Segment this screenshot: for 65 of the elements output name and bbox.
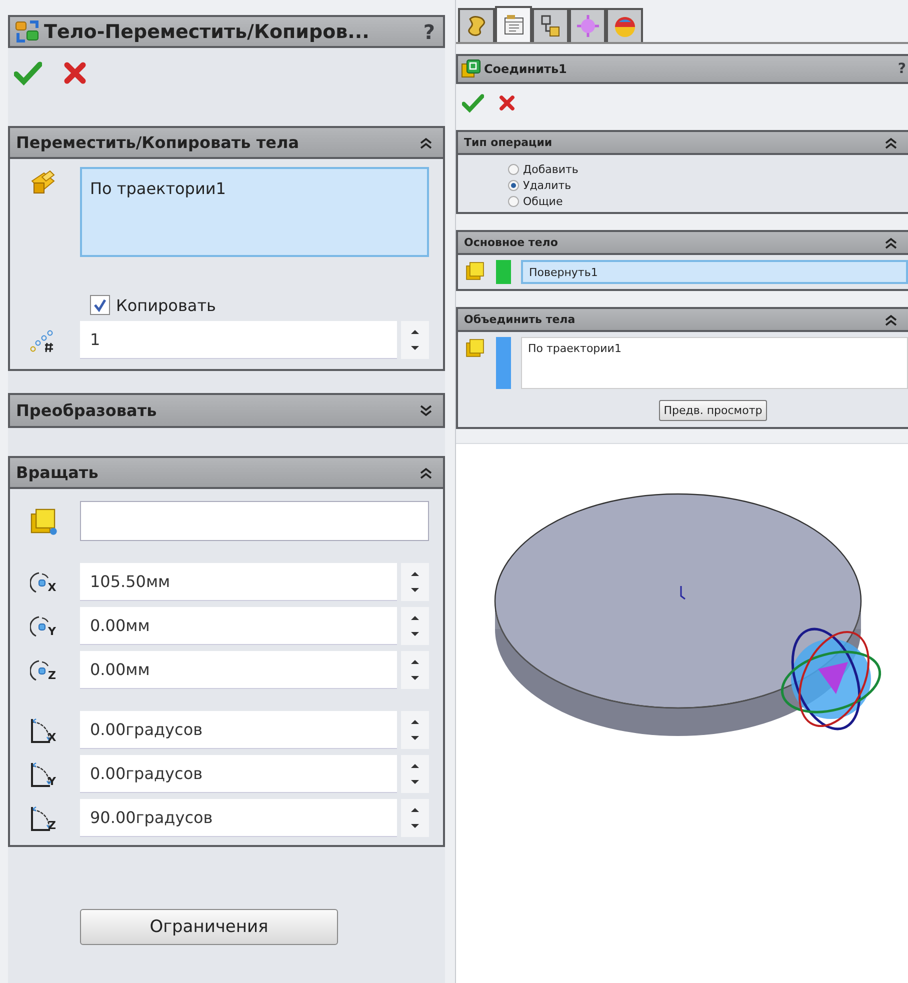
section-header[interactable]: Основное тело (458, 232, 908, 255)
checkbox-label: Копировать (116, 296, 216, 314)
axis-label: Y (48, 625, 56, 638)
section-title: Объединить тела (464, 313, 576, 326)
section-title: Преобразовать (16, 401, 157, 420)
cube-icon (464, 260, 486, 282)
section-title: Переместить/Копировать тела (16, 133, 299, 152)
panel-tab[interactable] (532, 8, 569, 42)
radio-label: Общие (523, 195, 563, 208)
checkbox[interactable] (90, 295, 110, 315)
collapse-icon[interactable] (419, 136, 433, 150)
combine-icon (461, 59, 481, 79)
panel-tab[interactable] (495, 6, 532, 42)
section-title: Тип операции (464, 136, 552, 149)
section-title: Вращать (16, 463, 98, 482)
help-button[interactable]: ? (898, 61, 906, 77)
close-icon[interactable] (498, 94, 516, 112)
section-title: Основное тело (464, 236, 558, 249)
radio-button[interactable] (508, 180, 519, 191)
section-header[interactable]: Преобразовать (10, 395, 443, 426)
input-field[interactable]: 105.50мм (80, 563, 397, 601)
input-field[interactable]: 90.00градусов (80, 799, 397, 837)
selection-list[interactable]: По траектории1 (80, 167, 429, 257)
radio-label: Удалить (523, 179, 572, 192)
cube-icon (464, 337, 486, 359)
checkmark-icon (93, 298, 107, 312)
crosshair-icon (574, 13, 600, 39)
panel-title: Тело-Переместить/Копиров... (44, 20, 370, 42)
section-header[interactable]: Объединить тела (458, 309, 908, 332)
axis-label: Y (48, 775, 56, 788)
section-header[interactable]: Переместить/Копировать тела (10, 128, 443, 159)
radio-label: Добавить (523, 163, 578, 176)
preview-button[interactable]: Предв. просмотр (658, 400, 768, 421)
collapse-icon[interactable] (419, 466, 433, 480)
section-header[interactable]: Тип операции (458, 132, 908, 155)
cube-icon (28, 506, 58, 536)
axis-label: X (48, 581, 56, 594)
expand-icon[interactable] (419, 404, 433, 418)
radio-button[interactable] (508, 164, 519, 175)
input-field[interactable]: 0.00мм (80, 607, 397, 645)
ok-icon[interactable] (14, 59, 42, 87)
panel-title: Соединить1 (484, 62, 568, 76)
ok-icon[interactable] (462, 92, 484, 114)
help-button[interactable]: ? (423, 20, 435, 44)
input-field[interactable]: 1 (80, 321, 397, 359)
panel-tab[interactable] (569, 8, 606, 42)
collapse-icon[interactable] (884, 236, 898, 250)
selection-list[interactable]: По траектории1 (521, 337, 908, 389)
section-header[interactable]: Вращать (10, 458, 443, 489)
collapse-icon[interactable] (884, 136, 898, 150)
input-field[interactable]: 0.00градусов (80, 755, 397, 793)
axis-label: X (48, 731, 56, 744)
input-field[interactable]: 0.00градусов (80, 711, 397, 749)
selection-list[interactable]: Повернуть1 (521, 260, 908, 284)
collapse-icon[interactable] (884, 312, 898, 326)
input-field[interactable] (80, 501, 429, 541)
axis-label: Z (48, 819, 56, 832)
constraints-button[interactable]: Ограничения (80, 909, 338, 945)
panel-tab[interactable] (458, 8, 495, 42)
move-copy-icon (14, 18, 40, 44)
panel-tab[interactable] (606, 8, 643, 42)
axis-label: Z (48, 669, 56, 682)
radio-button[interactable] (508, 196, 519, 207)
close-icon[interactable] (62, 60, 88, 86)
input-field[interactable]: 0.00мм (80, 651, 397, 689)
